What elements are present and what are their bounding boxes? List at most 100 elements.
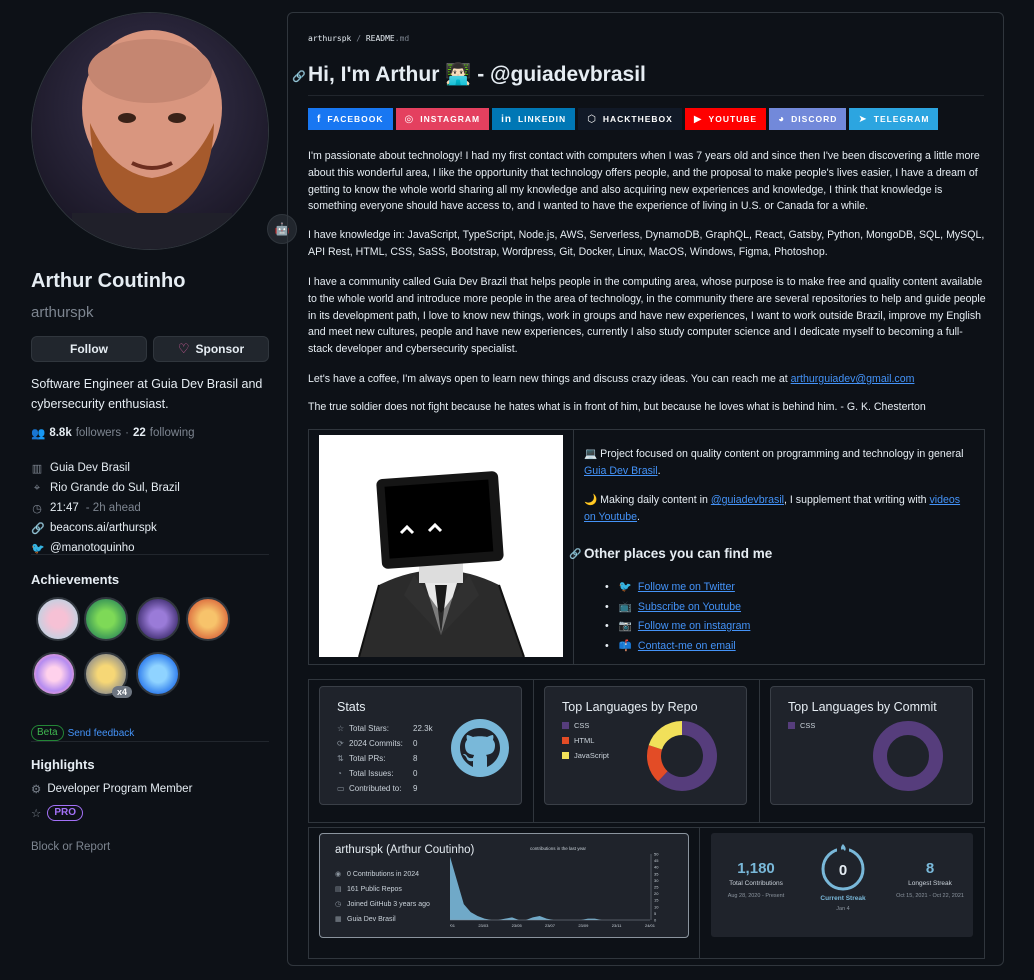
donut-slice <box>873 721 943 791</box>
website-link[interactable]: beacons.ai/arthurspk <box>50 522 157 534</box>
longest-streak: 8 Longest Streak Oct 15, 2021 - Oct 22, … <box>885 860 975 899</box>
youtube-subscribe-link[interactable]: Subscribe on Youtube <box>638 598 741 618</box>
lang-repo-card[interactable]: Top Languages by Repo CSS HTML JavaScrip… <box>544 686 747 805</box>
legend-label: CSS <box>574 721 590 730</box>
achievement-badge-yolo[interactable] <box>32 652 76 696</box>
follow-button[interactable]: Follow <box>31 336 147 362</box>
linkedin-icon: in <box>501 113 512 125</box>
daily-text-end: , I supplement that writing with <box>784 494 930 506</box>
anchor-link-icon[interactable]: 🔗 <box>569 549 581 560</box>
lang-repo-title: Top Languages by Repo <box>562 700 698 714</box>
stat-label: Total PRs: <box>349 754 386 763</box>
sponsor-button[interactable]: ♡ Sponsor <box>153 336 269 362</box>
current-streak-date: Jan 4 <box>836 906 850 912</box>
divider <box>31 741 269 742</box>
legend-swatch <box>562 722 569 729</box>
dot-separator: · <box>125 427 129 439</box>
project-text: 💻 Project focused on quality content on … <box>584 448 964 477</box>
location-icon: ⌖ <box>33 481 41 494</box>
email-link[interactable]: arthurguiadev@gmail.com <box>791 373 915 385</box>
activity-card[interactable]: arthurspk (Arthur Coutinho) ◉ 0 Contribut… <box>319 833 689 938</box>
twitter-follow-link[interactable]: Follow me on Twitter <box>638 578 735 598</box>
y-tick-label: 30 <box>654 878 659 883</box>
readme-path: arthurspk / README.md <box>308 34 409 43</box>
beta-label: Beta <box>31 725 64 741</box>
stat-row: ⇅ Total PRs: 8 <box>337 754 417 763</box>
profile-details: ▥ Guia Dev Brasil ⌖ Rio Grande do Sul, B… <box>31 458 180 558</box>
legend-item: JavaScript <box>562 751 609 760</box>
legend-label: CSS <box>800 721 816 730</box>
email-contact-link[interactable]: Contact-me on email <box>638 637 736 657</box>
legend-item: CSS <box>788 721 815 730</box>
social-badge-instagram[interactable]: ◎ INSTAGRAM <box>395 108 490 130</box>
project-description: 💻 Project focused on quality content on … <box>584 448 964 460</box>
y-tick-label: 40 <box>654 865 659 870</box>
local-time: 21:47 <box>50 502 79 514</box>
social-badge-discord[interactable]: ◕ DISCORD <box>769 108 847 130</box>
commit-icon: ⟳ <box>337 739 344 748</box>
camera-icon: 📷 <box>618 620 632 632</box>
stat-row: ⟳ 2024 Commits: 0 <box>337 739 417 748</box>
followers-label[interactable]: followers <box>76 427 121 439</box>
following-count[interactable]: 22 <box>133 427 146 439</box>
anchor-link-icon[interactable]: 🔗 <box>292 70 306 83</box>
total-contributions: 1,180 Total Contributions Aug 28, 2020 -… <box>711 860 801 899</box>
skills-paragraph: I have knowledge in: JavaScript, TypeScr… <box>308 229 985 258</box>
achievement-badge-galaxy[interactable] <box>136 597 180 641</box>
stat-label: Total Issues: <box>349 769 394 778</box>
total-contributions-value: 1,180 <box>737 860 775 877</box>
followers-line: 👥 8.8k followers · 22 following <box>31 426 195 440</box>
twitter-link[interactable]: @manotoquinho <box>50 542 135 554</box>
stat-value: 0 <box>413 739 418 748</box>
detail-location: ⌖ Rio Grande do Sul, Brazil <box>31 478 180 498</box>
lang-commit-card[interactable]: Top Languages by Commit CSS <box>770 686 973 805</box>
profile-name: Arthur Coutinho <box>31 270 186 292</box>
social-badge-hackthebox[interactable]: ⬡ HACKTHEBOX <box>578 108 682 130</box>
current-streak-label: Current Streak <box>820 895 866 902</box>
y-tick-label: 5 <box>654 911 657 916</box>
instagram-icon: ◎ <box>404 113 415 125</box>
achievement-badge-pair[interactable] <box>84 597 128 641</box>
highlight-developer-program[interactable]: ⚙ Developer Program Member <box>31 782 192 796</box>
social-badge-facebook[interactable]: f FACEBOOK <box>308 108 393 130</box>
lang-commit-donut <box>873 721 943 791</box>
activity-row: ▦ Guia Dev Brasil <box>335 915 396 924</box>
stat-row: ▭ Contributed to: 9 <box>337 784 417 793</box>
block-or-report-link[interactable]: Block or Report <box>31 841 110 853</box>
social-badge-telegram[interactable]: ➤ TELEGRAM <box>849 108 939 130</box>
social-badge-youtube[interactable]: ▶ YOUTUBE <box>684 108 767 130</box>
youtube-icon: ▶ <box>693 113 703 125</box>
list-item: 📺 Subscribe on Youtube <box>605 598 750 618</box>
stats-table: Stats ☆ Total Stars: 22.3k ⟳ 2024 Commits: 0… <box>308 679 985 823</box>
project-link[interactable]: Guia Dev Brasil <box>584 465 658 477</box>
clock-icon: ◷ <box>32 502 42 515</box>
achievement-badge-shark[interactable] <box>136 652 180 696</box>
following-label[interactable]: following <box>150 427 195 439</box>
contribution-area-chart: contributions in the last year5045403530… <box>450 846 659 928</box>
readme-path-user[interactable]: arthurspk <box>308 34 351 43</box>
github-octocat-icon <box>451 719 509 777</box>
instagram-follow-link[interactable]: Follow me on instagram <box>638 617 750 637</box>
daily-handle-link[interactable]: @guiadevbrasil <box>711 494 784 506</box>
achievements-title[interactable]: Achievements <box>31 572 119 587</box>
stats-card[interactable]: Stats ☆ Total Stars: 22.3k ⟳ 2024 Commits: 0… <box>319 686 522 805</box>
stat-value: 9 <box>413 784 418 793</box>
social-badge-linkedin[interactable]: in LINKEDIN <box>492 108 576 130</box>
achievement-multiplier: x4 <box>112 686 133 698</box>
followers-count[interactable]: 8.8k <box>49 427 71 439</box>
achievement-badge-cowboy[interactable] <box>186 597 230 641</box>
monitor-head-illustration <box>319 435 563 657</box>
x-tick-label: 23/01 <box>450 923 456 928</box>
x-tick-label: 24/01 <box>645 923 656 928</box>
avatar-photo <box>32 13 268 249</box>
send-feedback-link[interactable]: Send feedback <box>68 728 135 739</box>
y-tick-label: 20 <box>654 891 659 896</box>
total-contributions-label: Total Contributions <box>729 880 783 887</box>
activity-cell: arthurspk (Arthur Coutinho) ◉ 0 Contribut… <box>309 828 700 958</box>
readme-path-file: README <box>365 34 395 43</box>
list-item: 🐦 Follow me on Twitter <box>605 578 750 598</box>
achievement-badge-heart[interactable] <box>36 597 80 641</box>
profile-avatar[interactable] <box>31 12 269 250</box>
streak-card[interactable]: 1,180 Total Contributions Aug 28, 2020 -… <box>711 833 973 937</box>
places-heading-text: Other places you can find me <box>584 546 773 561</box>
